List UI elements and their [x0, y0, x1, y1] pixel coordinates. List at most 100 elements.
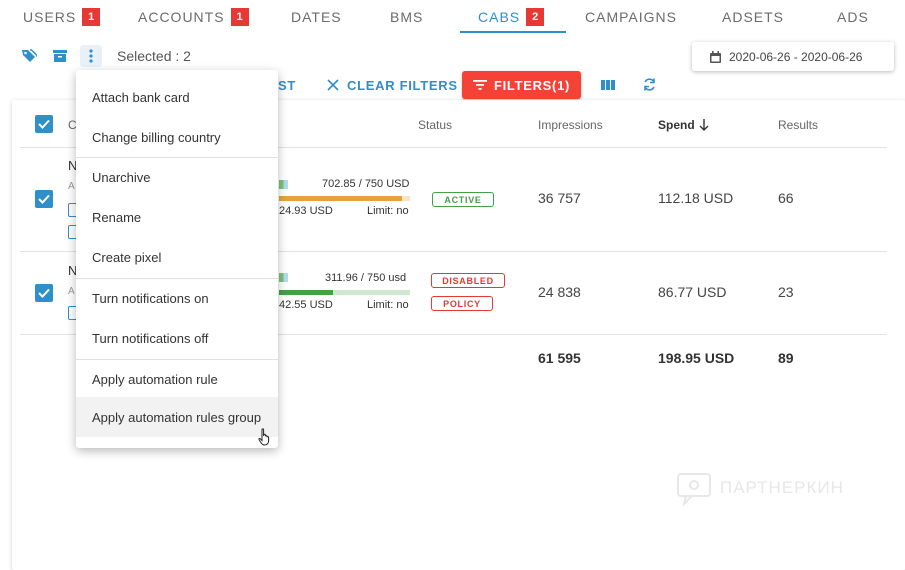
menu-item-change-billing-country[interactable]: Change billing country [76, 117, 278, 157]
account-limit: 702.85 / 750 USD [322, 178, 410, 190]
spend-cell: 112.18 USD [658, 190, 734, 206]
tab-label: ADSETS [722, 9, 785, 25]
date-range-picker[interactable]: 2020-06-26 - 2020-06-26 [692, 42, 894, 71]
status-badge: DISABLED [431, 273, 505, 288]
menu-item-attach-bank-card[interactable]: Attach bank card [76, 77, 278, 117]
filter-list-icon [472, 80, 487, 90]
tab-label: ADS [837, 9, 869, 25]
menu-item-label: Change billing country [92, 129, 221, 145]
tab-ads[interactable]: ADS [837, 6, 869, 28]
tab-users[interactable]: USERS 1 [23, 6, 101, 28]
watermark-text: ПАРТНЕРКИН [720, 478, 844, 497]
menu-item-label: Rename [92, 209, 142, 225]
clear-filters-button[interactable]: CLEAR FILTERS [327, 72, 458, 98]
archive-icon[interactable] [49, 45, 71, 67]
progress-legend-icon [279, 273, 288, 282]
tag-icon[interactable] [18, 45, 40, 67]
menu-item-create-pixel[interactable]: Create pixel [76, 237, 278, 277]
arrow-down-icon [699, 119, 709, 131]
menu-item-label: Turn notifications on [92, 290, 209, 306]
tab-badge: 1 [82, 8, 101, 26]
total-spend: 198.95 USD [658, 350, 735, 366]
column-header-results[interactable]: Results [778, 118, 818, 132]
calendar-icon [710, 50, 721, 63]
tab-bar: USERS 1 ACCOUNTS 1 DATES BMS CABS 2 CAMP… [0, 0, 905, 34]
spend-progress-fill [279, 196, 402, 201]
row-checkbox[interactable] [35, 190, 53, 208]
tab-campaigns[interactable]: CAMPAIGNS [585, 6, 677, 28]
menu-item-apply-automation-rules-group[interactable]: Apply automation rules group [76, 397, 278, 437]
menu-item-turn-notifications-off[interactable]: Turn notifications off [76, 318, 278, 358]
menu-item-label: Apply automation rules group [92, 409, 262, 425]
clear-filters-label: CLEAR FILTERS [347, 77, 458, 93]
filters-label: FILTERS(1) [493, 77, 571, 93]
total-results: 89 [778, 350, 794, 366]
menu-item-label: Turn notifications off [92, 330, 209, 346]
tab-adsets[interactable]: ADSETS [722, 6, 784, 28]
tab-label: BMS [390, 9, 424, 25]
tab-label: ACCOUNTS [138, 9, 225, 25]
results-cell: 66 [778, 190, 794, 206]
total-impressions: 61 595 [538, 350, 581, 366]
results-cell: 23 [778, 284, 794, 300]
spent-amount: 42.55 USD [279, 299, 333, 311]
tab-accounts[interactable]: ACCOUNTS 1 [138, 6, 249, 28]
menu-item-unarchive[interactable]: Unarchive [76, 157, 278, 197]
tab-dates[interactable]: DATES [291, 6, 342, 28]
check-icon [38, 119, 50, 129]
menu-item-label: Unarchive [92, 169, 151, 185]
menu-item-apply-automation-rule[interactable]: Apply automation rule [76, 359, 278, 399]
progress-legend-icon [279, 180, 288, 189]
status-badge: POLICY [431, 296, 493, 311]
select-all-checkbox[interactable] [35, 115, 53, 133]
row-checkbox[interactable] [35, 284, 53, 302]
watermark-logo-icon [677, 473, 711, 506]
actions-menu: Attach bank card Change billing country … [76, 70, 278, 448]
check-icon [38, 288, 50, 298]
filters-button[interactable]: FILTERS(1) [462, 71, 581, 99]
menu-item-turn-notifications-on[interactable]: Turn notifications on [76, 278, 278, 318]
tab-badge: 2 [526, 8, 545, 26]
partial-button-label: ST [278, 77, 297, 93]
row-subtitle: A [68, 181, 75, 192]
hand-cursor-icon [258, 428, 272, 451]
refresh-icon[interactable] [642, 77, 657, 97]
more-vert-icon[interactable] [80, 45, 102, 67]
tab-label: CAMPAIGNS [585, 9, 677, 25]
tab-label: CABS [478, 9, 521, 25]
tab-cabs[interactable]: CABS 2 [478, 6, 545, 28]
tab-bms[interactable]: BMS [390, 6, 423, 28]
menu-item-rename[interactable]: Rename [76, 197, 278, 237]
selected-count: Selected : 2 [117, 48, 191, 64]
columns-icon[interactable] [601, 78, 615, 96]
column-header-spend[interactable]: Spend [658, 118, 709, 132]
menu-item-label: Attach bank card [92, 89, 190, 105]
spend-cell: 86.77 USD [658, 284, 727, 300]
spent-amount: 24.93 USD [279, 205, 333, 217]
impressions-cell: 36 757 [538, 190, 581, 206]
spend-progress-fill [279, 290, 334, 295]
tab-label: USERS [23, 9, 77, 25]
spend-header-label: Spend [658, 118, 695, 132]
watermark: ПАРТНЕРКИН [676, 470, 844, 506]
limit-flag: Limit: no [367, 205, 409, 217]
limit-flag: Limit: no [367, 299, 409, 311]
menu-item-label: Create pixel [92, 249, 162, 265]
row-subtitle: A [68, 286, 75, 297]
partial-button[interactable]: ST [278, 72, 296, 98]
active-tab-indicator [460, 31, 566, 33]
menu-item-label: Apply automation rule [92, 371, 218, 387]
date-range-text: 2020-06-26 - 2020-06-26 [729, 49, 863, 64]
spend-progress-bar [279, 290, 410, 295]
status-badge: ACTIVE [432, 192, 494, 207]
column-header-impressions[interactable]: Impressions [538, 118, 603, 132]
impressions-cell: 24 838 [538, 284, 581, 300]
tab-label: DATES [291, 9, 342, 25]
close-icon [327, 79, 339, 91]
check-icon [38, 194, 50, 204]
column-header-status[interactable]: Status [418, 118, 452, 132]
tab-badge: 1 [230, 8, 249, 26]
spend-progress-bar [279, 196, 410, 201]
selection-toolbar: Selected : 2 [18, 44, 191, 68]
account-limit: 311.96 / 750 usd [325, 272, 407, 284]
